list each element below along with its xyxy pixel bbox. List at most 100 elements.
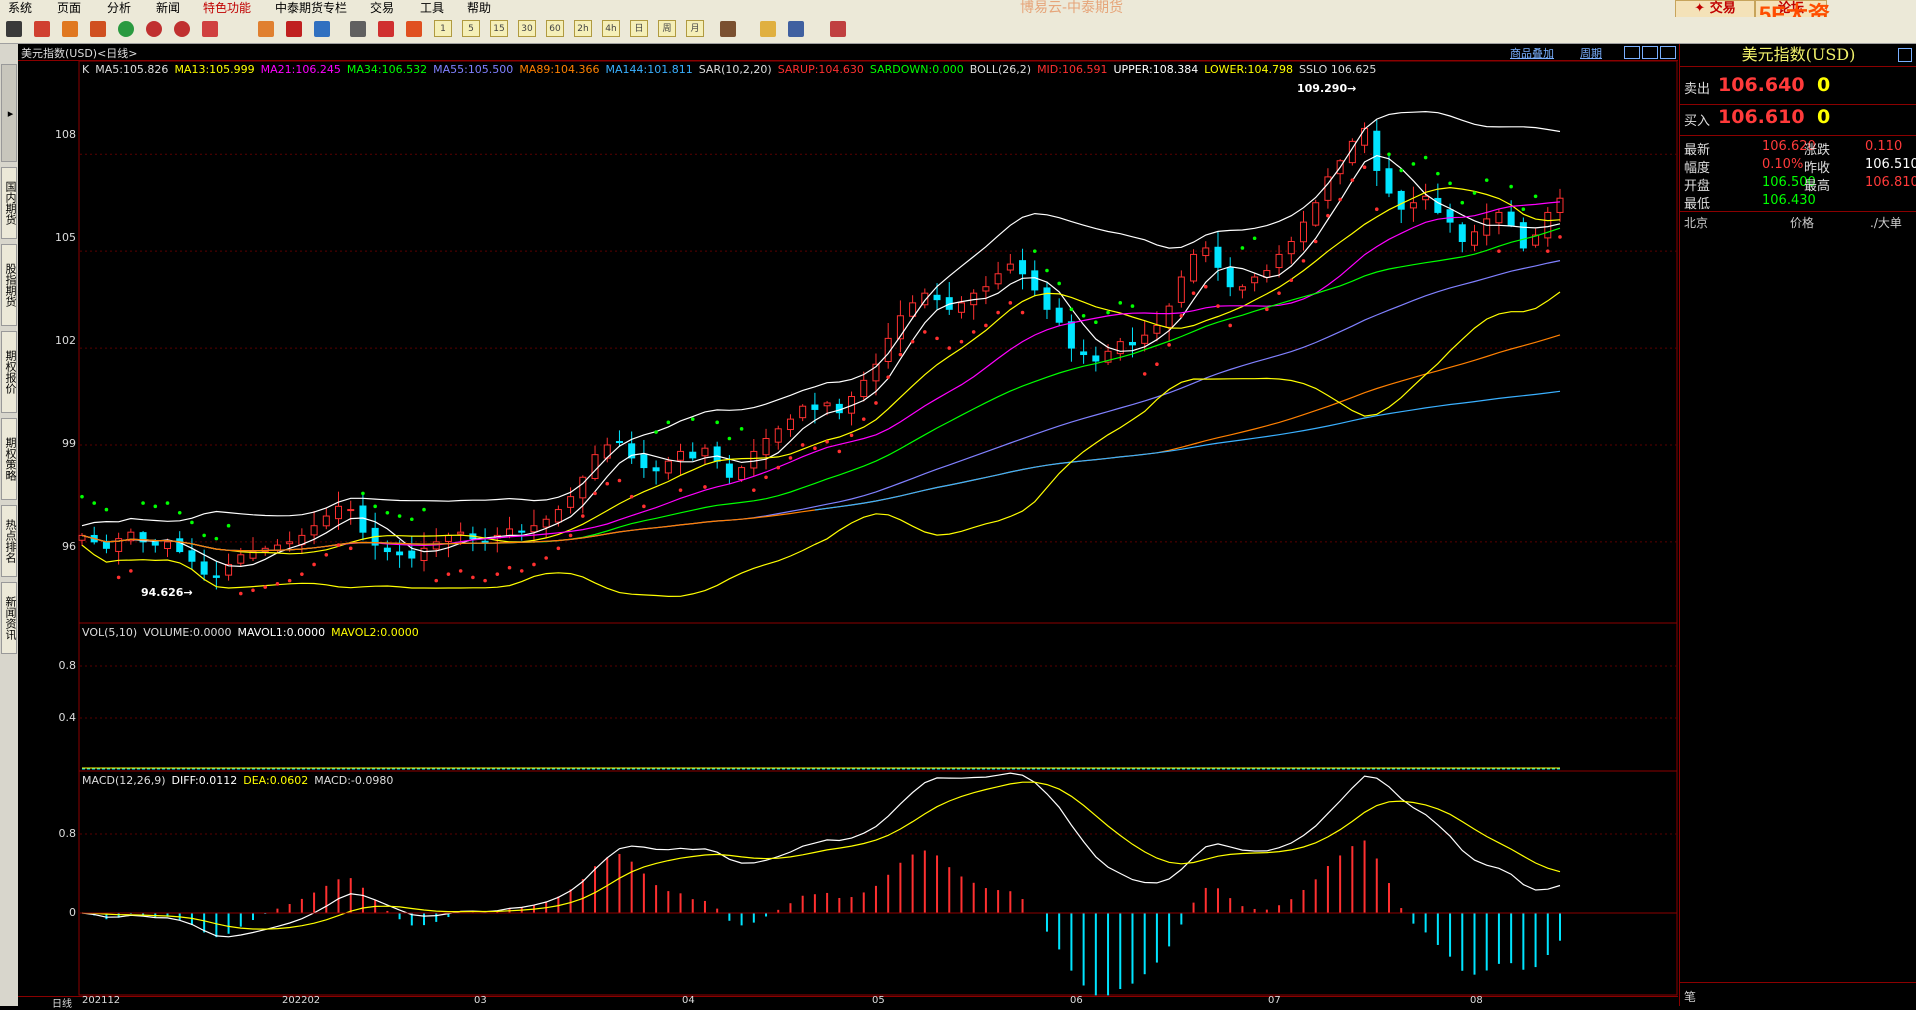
candle-body — [1385, 168, 1393, 194]
candle-body — [762, 438, 770, 456]
candle-body — [689, 451, 697, 459]
candle-body — [530, 525, 538, 533]
sar-dot — [1374, 207, 1379, 211]
sar-dot — [715, 420, 719, 425]
sar-dot — [703, 485, 707, 489]
sar-dot — [568, 533, 573, 538]
sar-dot — [190, 520, 194, 525]
ma-legend-item: MA144:101.811 — [605, 63, 693, 76]
vol-tick: 0.4 — [58, 711, 77, 724]
candle-body — [957, 302, 965, 313]
sar-dot — [1472, 191, 1477, 195]
sar-dot — [361, 491, 365, 496]
quote-detail-row: 幅度 0.10% 昨收 106.510 — [1680, 156, 1916, 176]
candle-body — [1019, 260, 1027, 275]
sar-dot — [129, 569, 133, 573]
boll-lower-line — [81, 291, 1561, 598]
price-tick: 108 — [55, 128, 76, 141]
candle-body — [640, 454, 648, 469]
sar-dot — [92, 501, 97, 505]
candle-body — [1373, 130, 1381, 171]
macd-legend-item: MACD:-0.0980 — [314, 774, 394, 787]
dea-line — [81, 781, 1561, 930]
sar-dot — [348, 546, 353, 551]
candle-body — [151, 541, 159, 546]
price-tick: 96 — [62, 540, 76, 553]
sar-dot — [251, 588, 255, 593]
date-tick: 日线 — [52, 999, 72, 1010]
date-tick: 08 — [1470, 995, 1483, 1006]
candle-body — [457, 531, 465, 535]
candle-body — [1470, 231, 1478, 246]
sar-dot — [617, 478, 622, 483]
candle-body — [1055, 307, 1063, 323]
candle-body — [774, 428, 782, 443]
candle-body — [1287, 240, 1295, 255]
candle-body — [1202, 247, 1210, 257]
sar-dot — [141, 501, 145, 505]
ma-legend-item: BOLL(26,2) — [969, 63, 1032, 76]
sar-dot — [1411, 162, 1416, 166]
candle-body — [1165, 305, 1173, 328]
candle-body — [933, 294, 941, 301]
macd-legend: MACD(12,26,9) DIFF:0.0112 DEA:0.0602 MACD:-… — [82, 774, 399, 787]
vol-legend-item: MAVOL1:0.0000 — [237, 626, 326, 639]
sar-dot — [1558, 235, 1562, 239]
candle-body — [664, 460, 672, 474]
sar-dot — [1448, 181, 1452, 186]
candle-body — [1092, 355, 1100, 362]
candle-body — [1361, 127, 1369, 146]
date-tick: 07 — [1268, 995, 1281, 1006]
sar-dot — [434, 578, 439, 583]
sar-dot — [532, 562, 536, 567]
sar-dot — [397, 514, 402, 518]
quote-detail-row: 最低 106.430 — [1680, 192, 1916, 212]
sar-dot — [1118, 301, 1123, 305]
divider — [1680, 135, 1916, 136]
candle-body — [1238, 286, 1246, 291]
ma5-line — [81, 154, 1561, 568]
candle-body — [860, 379, 868, 398]
quote-field-label: 最低 — [1684, 197, 1711, 212]
sar-dot — [1216, 304, 1220, 308]
ma144-line — [814, 390, 1561, 511]
candle-body — [1458, 224, 1466, 242]
sar-dot — [654, 430, 658, 434]
candle-body — [1067, 321, 1075, 349]
ma-legend-item: MA34:106.532 — [346, 63, 428, 76]
low-marker: 94.626→ — [141, 586, 193, 599]
sar-dot — [678, 488, 683, 492]
kline-chart[interactable] — [0, 0, 1916, 1006]
ma13-line — [81, 186, 1561, 555]
candle-body — [176, 538, 184, 553]
high-value: 109.290 — [1297, 82, 1348, 95]
quote-detail-row: 开盘 106.500 最高 106.810 — [1680, 174, 1916, 194]
sar-dot — [1228, 323, 1232, 328]
candle-body — [335, 505, 343, 520]
vol-legend-item: VOLUME:0.0000 — [143, 626, 232, 639]
sar-dot — [1203, 284, 1208, 289]
price-tick: 102 — [55, 334, 76, 347]
candle-body — [1519, 222, 1527, 249]
sar-dot — [910, 339, 915, 344]
sar-dot — [776, 465, 781, 470]
candle-body — [188, 550, 196, 562]
candle-body — [518, 530, 526, 533]
sar-dot — [519, 569, 524, 573]
sar-dot — [959, 339, 964, 344]
sar-dot — [898, 352, 903, 357]
vol-legend-item: MAVOL2:0.0000 — [331, 626, 419, 639]
sar-dot — [177, 510, 182, 515]
ma-legend-item: MID:106.591 — [1037, 63, 1108, 76]
sar-dot — [1436, 171, 1440, 176]
restore-icon[interactable] — [1898, 48, 1912, 62]
candle-body — [823, 402, 831, 407]
sar-dot — [739, 427, 744, 431]
candle-body — [786, 418, 794, 431]
candle-body — [1177, 276, 1185, 303]
sar-dot — [1460, 200, 1465, 205]
sar-dot — [287, 578, 292, 583]
sar-dot — [1032, 249, 1037, 253]
sar-dot — [1240, 246, 1245, 250]
sar-dot — [984, 323, 988, 328]
